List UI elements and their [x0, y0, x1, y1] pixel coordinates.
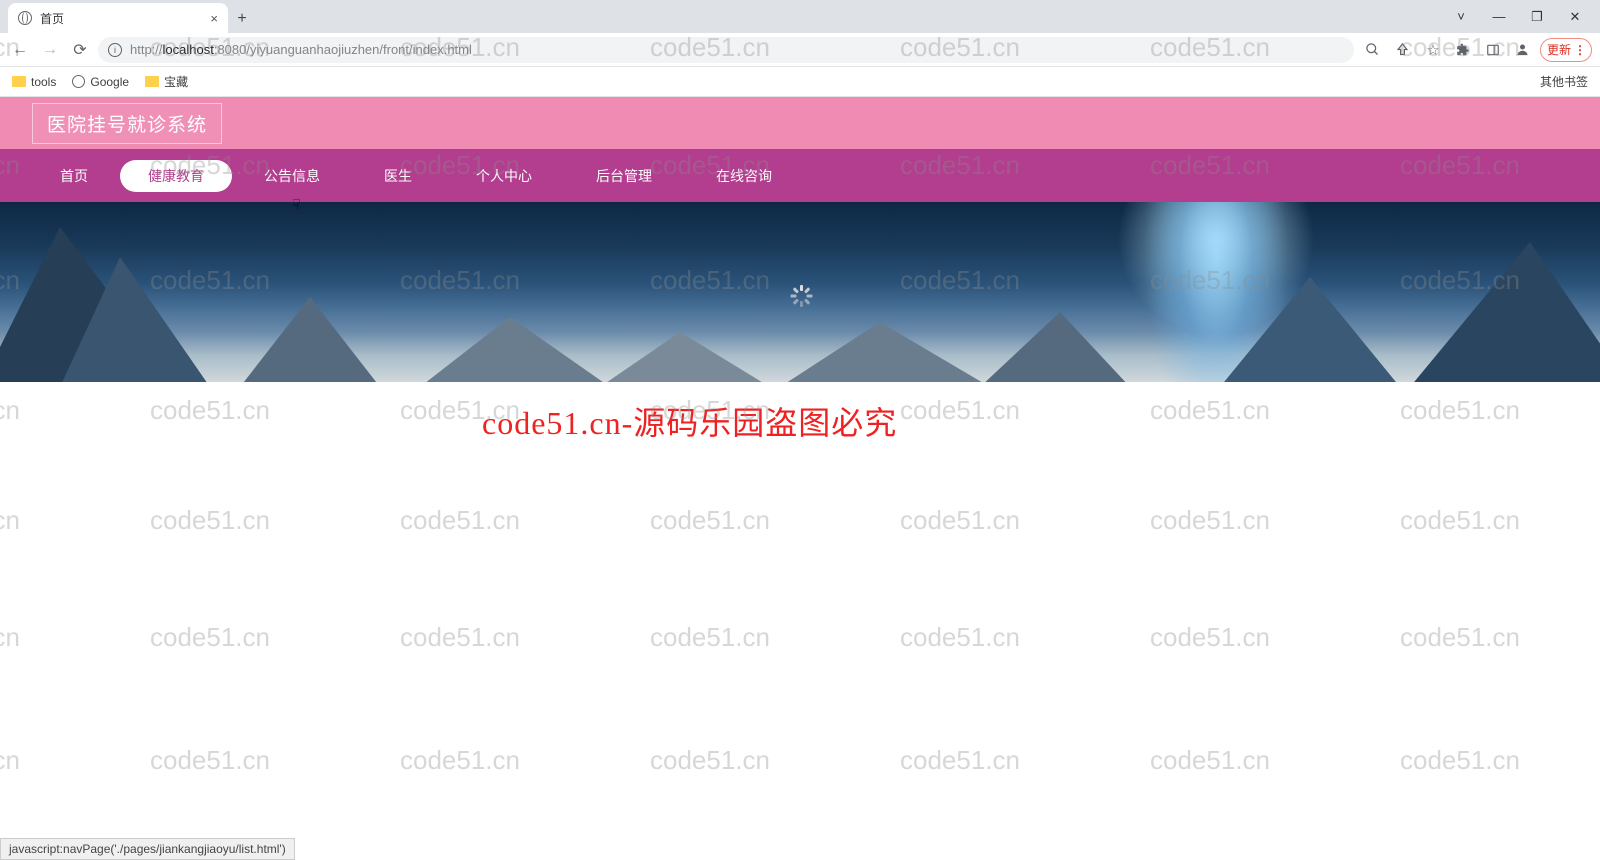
watermark-repeat: code51.cn	[650, 265, 770, 296]
watermark-repeat: code51.cn	[400, 32, 520, 63]
watermark-repeat: code51.cn	[400, 505, 520, 536]
loading-spinner-icon	[789, 285, 811, 307]
site-title: 医院挂号就诊系统	[47, 115, 207, 136]
watermark-repeat: code51.cn	[1400, 32, 1520, 63]
watermark-repeat: code51.cn	[1400, 745, 1520, 776]
watermark-repeat: code51.cn	[1400, 505, 1520, 536]
new-tab-button[interactable]: +	[228, 5, 256, 33]
watermark-repeat: code51.cn	[1400, 395, 1520, 426]
watermark-repeat: code51.cn	[150, 622, 270, 653]
globe-icon	[18, 11, 32, 25]
watermark-repeat: code51.cn	[0, 32, 20, 63]
watermark-repeat: code51.cn	[0, 150, 20, 181]
watermark-repeat: code51.cn	[900, 395, 1020, 426]
bookmark-treasure[interactable]: 宝藏	[145, 73, 188, 90]
watermark-repeat: code51.cn	[900, 265, 1020, 296]
browser-tab[interactable]: 首页 ×	[8, 3, 228, 33]
watermark-repeat: code51.cn	[650, 622, 770, 653]
page-content: 医院挂号就诊系统 首页 健康教育 公告信息 医生 个人中心 后台管理 在线咨询	[0, 97, 1600, 382]
watermark-repeat: code51.cn	[150, 150, 270, 181]
watermark-repeat: code51.cn	[900, 505, 1020, 536]
browser-tab-strip: 首页 × + ˅ — ❐ ✕	[0, 0, 1600, 33]
watermark-repeat: code51.cn	[900, 150, 1020, 181]
nav-home[interactable]: 首页	[28, 160, 120, 192]
watermark-repeat: code51.cn	[1400, 622, 1520, 653]
watermark-repeat: code51.cn	[400, 265, 520, 296]
watermark-repeat: code51.cn	[1150, 745, 1270, 776]
bookmark-tools[interactable]: tools	[12, 75, 56, 89]
watermark-repeat: code51.cn	[1150, 150, 1270, 181]
watermark-repeat: code51.cn	[1150, 32, 1270, 63]
watermark-repeat: code51.cn	[900, 745, 1020, 776]
watermark-repeat: code51.cn	[900, 32, 1020, 63]
watermark-repeat: code51.cn	[400, 395, 520, 426]
search-icon[interactable]	[1360, 37, 1386, 63]
other-bookmarks[interactable]: 其他书签	[1535, 73, 1588, 90]
watermark-repeat: code51.cn	[1150, 265, 1270, 296]
info-icon[interactable]: i	[108, 43, 122, 57]
menu-dots-icon: ⋮	[1574, 43, 1585, 57]
watermark-repeat: code51.cn	[0, 265, 20, 296]
forward-button[interactable]: →	[38, 38, 62, 62]
bookmarks-bar: tools Google 宝藏 其他书签	[0, 67, 1600, 97]
watermark-repeat: code51.cn	[1400, 150, 1520, 181]
status-text: javascript:navPage('./pages/jiankangjiao…	[9, 842, 286, 856]
watermark-repeat: code51.cn	[1150, 505, 1270, 536]
close-window-icon[interactable]: ✕	[1558, 4, 1592, 30]
watermark-repeat: code51.cn	[0, 395, 20, 426]
watermark-repeat: code51.cn	[900, 622, 1020, 653]
watermark-repeat: code51.cn	[1150, 622, 1270, 653]
watermark-repeat: code51.cn	[650, 395, 770, 426]
watermark-repeat: code51.cn	[150, 395, 270, 426]
chevron-down-icon[interactable]: ˅	[1444, 4, 1478, 30]
watermark-repeat: code51.cn	[1400, 265, 1520, 296]
watermark-repeat: code51.cn	[150, 745, 270, 776]
bookmark-google[interactable]: Google	[72, 75, 129, 89]
watermark-repeat: code51.cn	[0, 622, 20, 653]
site-logo[interactable]: 医院挂号就诊系统	[32, 103, 222, 144]
watermark-repeat: code51.cn	[150, 32, 270, 63]
watermark-repeat: code51.cn	[0, 745, 20, 776]
watermark-repeat: code51.cn	[150, 505, 270, 536]
site-header: 医院挂号就诊系统	[0, 97, 1600, 149]
watermark-repeat: code51.cn	[400, 150, 520, 181]
reload-button[interactable]: ⟳	[68, 38, 92, 62]
watermark-repeat: code51.cn	[650, 150, 770, 181]
watermark-repeat: code51.cn	[650, 505, 770, 536]
maximize-icon[interactable]: ❐	[1520, 4, 1554, 30]
watermark-repeat: code51.cn	[1150, 395, 1270, 426]
status-bar: javascript:navPage('./pages/jiankangjiao…	[0, 838, 295, 860]
minimize-icon[interactable]: —	[1482, 4, 1516, 30]
update-button[interactable]: 更新 ⋮	[1540, 38, 1592, 62]
folder-icon	[145, 76, 159, 87]
watermark-repeat: code51.cn	[650, 32, 770, 63]
folder-icon	[12, 76, 26, 87]
close-icon[interactable]: ×	[210, 11, 218, 26]
watermark-repeat: code51.cn	[400, 622, 520, 653]
globe-icon	[72, 75, 85, 88]
watermark-repeat: code51.cn	[650, 745, 770, 776]
watermark-repeat: code51.cn	[0, 505, 20, 536]
watermark-repeat: code51.cn	[150, 265, 270, 296]
watermark-repeat: code51.cn	[400, 745, 520, 776]
tab-title: 首页	[40, 10, 64, 27]
